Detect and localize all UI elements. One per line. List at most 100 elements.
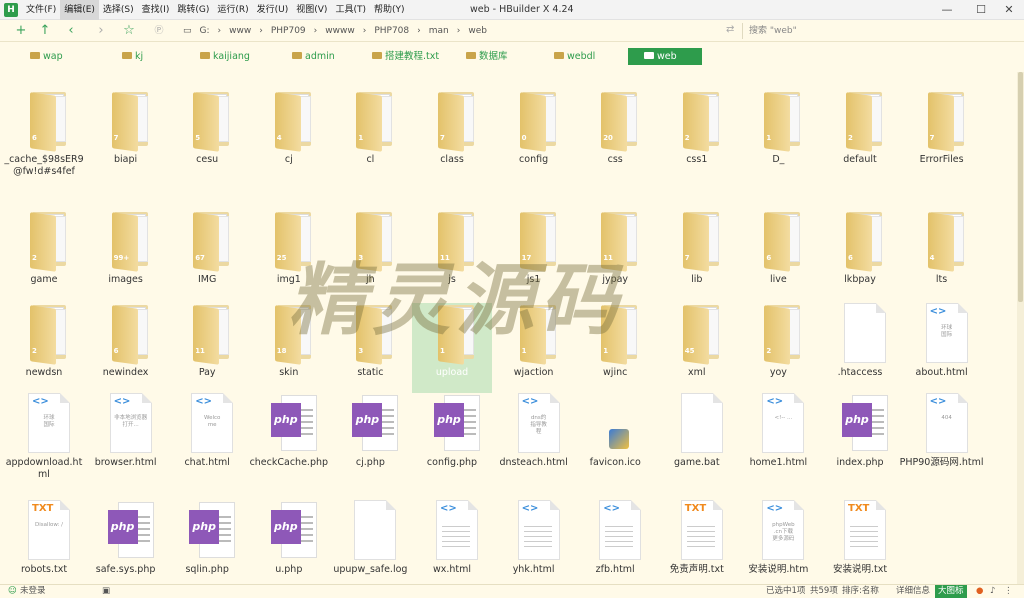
folder-count: 6 — [766, 254, 772, 262]
file-name: default — [843, 154, 877, 165]
favorite-folder[interactable]: wap — [30, 48, 63, 65]
file-preview: 环球 国际 — [43, 415, 55, 428]
txt-file-icon: TXT — [679, 500, 725, 560]
favorite-folder[interactable]: webdl — [554, 48, 595, 65]
file-name: D_ — [772, 154, 785, 165]
close-icon[interactable]: ✕ — [994, 0, 1024, 20]
minimize-icon[interactable]: — — [932, 0, 962, 20]
favorite-folder[interactable]: kj — [122, 48, 143, 65]
favorite-folder[interactable]: web — [628, 48, 702, 65]
favorite-folder[interactable]: kaijiang — [200, 48, 250, 65]
menu-item[interactable]: 跳转(G) — [173, 0, 213, 20]
favorite-label: 搭建教程.txt — [385, 51, 440, 62]
grid-icon[interactable]: ⋮ — [1004, 585, 1013, 598]
preview-icon[interactable]: Ⓟ — [150, 22, 168, 40]
file-name: about.html — [915, 367, 968, 378]
file-name: css1 — [686, 154, 708, 165]
breadcrumb-item[interactable]: www — [229, 26, 251, 36]
folder-count: 2 — [684, 134, 690, 142]
folder-icon: 6 — [842, 210, 888, 272]
menu-item[interactable]: 发行(U) — [253, 0, 293, 20]
file-name: skin — [279, 367, 299, 378]
folder-icon — [644, 52, 654, 59]
file-name: .htaccess — [837, 367, 883, 378]
breadcrumb-item[interactable]: man — [429, 26, 449, 36]
menu-item[interactable]: 选择(S) — [99, 0, 138, 20]
menu-item[interactable]: 运行(R) — [213, 0, 252, 20]
maximize-icon[interactable]: ☐ — [966, 0, 996, 20]
detail-view-button[interactable]: 详细信息 — [896, 585, 930, 598]
file-name: sqlin.php — [185, 564, 229, 575]
sort-selector[interactable]: 排序:名称 — [842, 585, 879, 598]
folder-icon: 6 — [108, 303, 154, 365]
chevron-right-icon: › — [259, 26, 263, 36]
notification-icon[interactable]: ● — [976, 585, 983, 598]
menu-item[interactable]: 工具(T) — [331, 0, 370, 20]
breadcrumb-item[interactable]: wwww — [325, 26, 354, 36]
chevron-right-icon: › — [362, 26, 367, 36]
favorite-folder[interactable]: 数据库 — [466, 48, 508, 65]
file-name: index.php — [836, 457, 884, 468]
big-icon-view-button[interactable]: 大图标 — [935, 585, 967, 598]
folder-icon: 7 — [434, 90, 480, 152]
file-name: safe.sys.php — [95, 564, 156, 575]
folder-icon: 2 — [26, 210, 72, 272]
html-file-icon: <> Welco me — [189, 393, 235, 453]
breadcrumb-item[interactable]: web — [468, 26, 487, 36]
folder-icon: 6 — [760, 210, 806, 272]
file-name: jypay — [602, 274, 629, 285]
favorite-folder[interactable]: 搭建教程.txt — [372, 48, 439, 65]
menu-item[interactable]: 编辑(E) — [60, 0, 99, 20]
console-icon[interactable]: ▣ — [102, 585, 110, 598]
folder-icon: 1 — [352, 90, 398, 152]
breadcrumb-item[interactable]: PHP709 — [271, 26, 306, 36]
folder-count: 3 — [358, 347, 364, 355]
menu-item[interactable]: 帮助(Y) — [370, 0, 409, 20]
file-name: upload — [435, 367, 469, 378]
arrow-right-icon[interactable]: › — [92, 22, 110, 40]
favorite-label: kj — [135, 51, 144, 62]
folder-count: 7 — [113, 134, 119, 142]
folder-icon: 1 — [760, 90, 806, 152]
arrow-up-icon[interactable]: ↑ — [36, 22, 54, 40]
php-file-icon: php — [434, 393, 480, 453]
search-input[interactable]: 搜索 "web" — [742, 23, 1022, 39]
breadcrumb-item[interactable]: G: — [200, 26, 210, 36]
file-name: zfb.html — [595, 564, 635, 575]
file-item[interactable]: 1 upload — [412, 303, 492, 393]
folder-count: 1 — [766, 134, 772, 142]
bell-icon[interactable]: ♪ — [990, 585, 995, 598]
login-status[interactable]: 未登录 — [20, 585, 46, 598]
file-name: 安装说明.txt — [832, 564, 888, 575]
folder-icon: 7 — [108, 90, 154, 152]
folder-count: 11 — [440, 254, 450, 262]
user-icon[interactable]: ☺ — [8, 585, 17, 598]
file-name: u.php — [275, 564, 303, 575]
star-icon[interactable]: ☆ — [120, 22, 138, 40]
favorite-label: web — [657, 51, 677, 62]
breadcrumb-item[interactable]: PHP708 — [374, 26, 409, 36]
folder-icon — [200, 52, 210, 59]
scrollbar-thumb[interactable] — [1018, 72, 1023, 302]
menu-item[interactable]: 视图(V) — [292, 0, 331, 20]
folder-icon: 4 — [924, 210, 970, 272]
folder-icon: 18 — [271, 303, 317, 365]
view-toggle-icon[interactable]: ⇄ — [726, 24, 738, 38]
menu-item[interactable]: 查找(I) — [138, 0, 174, 20]
file-preview: 非本地浏览器打开... — [114, 415, 148, 428]
html-file-icon: <> <!-- ... — [760, 393, 806, 453]
folder-count: 7 — [684, 254, 690, 262]
favorite-folder[interactable]: admin — [292, 48, 335, 65]
php-file-icon: php — [352, 393, 399, 453]
favorite-label: webdl — [567, 51, 596, 62]
plus-icon[interactable]: + — [12, 22, 30, 40]
file-name: cl — [366, 154, 375, 165]
breadcrumb[interactable]: ▭ G: › www › PHP709 › wwww › PHP708 › man › web — [183, 24, 495, 38]
scrollbar[interactable] — [1017, 72, 1024, 584]
folder-count: 5 — [195, 134, 201, 142]
favorites-bar: wap kj kaijiang admin 搭建教程.txt 数据库 webdl web — [0, 42, 1024, 72]
folder-icon: 20 — [597, 90, 643, 152]
menu-item[interactable]: 文件(F) — [22, 0, 60, 20]
file-name: js1 — [526, 274, 541, 285]
arrow-left-icon[interactable]: ‹ — [62, 22, 80, 40]
